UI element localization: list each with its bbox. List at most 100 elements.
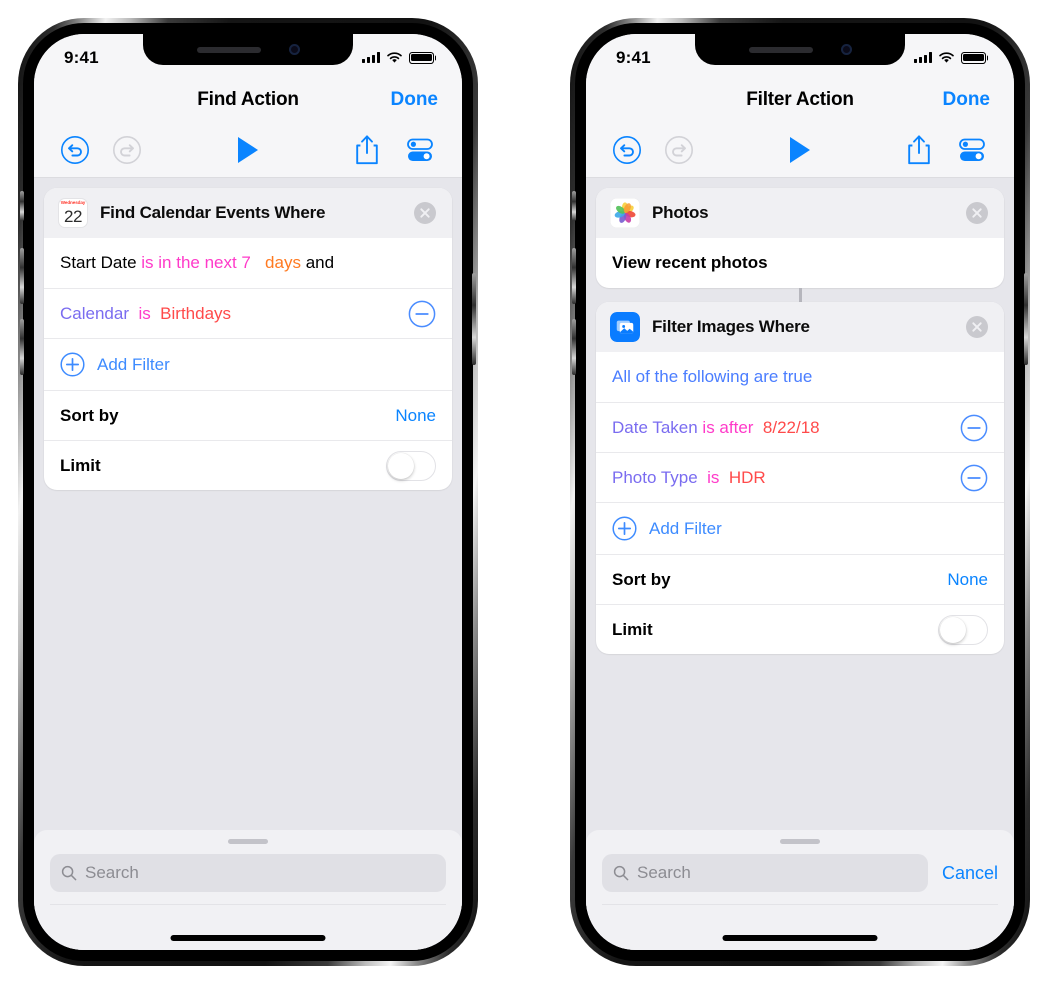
plus-circle-icon[interactable] — [612, 516, 637, 541]
home-indicator[interactable] — [170, 935, 326, 941]
card-title: Photos — [652, 203, 709, 222]
notch — [143, 34, 353, 65]
close-circle-icon[interactable] — [966, 316, 988, 338]
cancel-button[interactable]: Cancel — [942, 863, 998, 884]
silence-switch[interactable] — [572, 191, 576, 221]
notch — [695, 34, 905, 65]
silence-switch[interactable] — [20, 191, 24, 221]
filter-token: and — [305, 253, 335, 272]
limit-toggle[interactable] — [938, 614, 988, 645]
done-button[interactable]: Done — [943, 89, 991, 111]
search-icon — [613, 865, 629, 881]
power-button[interactable] — [1024, 273, 1028, 365]
close-circle-icon[interactable] — [414, 202, 436, 224]
filter-row[interactable]: Photo Type is HDR — [596, 452, 1004, 502]
phone-find-action: 9:41 Find Action Done Wednesday 22 Find … — [18, 18, 478, 966]
photos-app-icon — [610, 198, 640, 228]
undo-icon[interactable] — [60, 135, 90, 165]
photos-card-body-text: View recent photos — [612, 253, 768, 272]
sort-by-value[interactable]: None — [947, 570, 988, 590]
share-icon[interactable] — [906, 134, 932, 166]
condition-row[interactable]: All of the following are true — [596, 352, 1004, 402]
minus-circle-icon[interactable] — [960, 464, 988, 492]
plus-circle-icon[interactable] — [60, 352, 85, 377]
volume-up-button[interactable] — [572, 248, 576, 304]
filter-token[interactable]: is — [698, 468, 729, 488]
done-button[interactable]: Done — [391, 89, 439, 111]
photos-card-body[interactable]: View recent photos — [596, 238, 1004, 288]
redo-icon — [665, 135, 693, 164]
filter-token[interactable]: is after — [702, 418, 753, 438]
undo-icon[interactable] — [612, 135, 642, 165]
add-filter-label[interactable]: Add Filter — [649, 519, 722, 539]
filter-token[interactable]: Date Taken — [612, 418, 702, 438]
power-button[interactable] — [472, 273, 476, 365]
search-input[interactable]: Search — [50, 854, 446, 892]
sheet-grabber[interactable] — [780, 839, 820, 844]
search-sheet: Search — [34, 830, 462, 950]
filter-token[interactable]: days — [251, 253, 306, 273]
sort-by-row[interactable]: Sort by None — [596, 554, 1004, 604]
volume-down-button[interactable] — [572, 319, 576, 375]
search-placeholder: Search — [85, 863, 139, 882]
share-icon[interactable] — [354, 134, 380, 166]
home-indicator-area — [50, 904, 446, 950]
add-filter-label[interactable]: Add Filter — [97, 355, 170, 375]
card-header[interactable]: Wednesday 22 Find Calendar Events Where — [44, 188, 452, 238]
filter-token[interactable]: Birthdays — [160, 304, 231, 324]
front-camera-icon — [840, 44, 852, 55]
add-filter-row[interactable]: Add Filter — [44, 338, 452, 390]
card-connector — [798, 288, 802, 302]
calendar-app-icon: Wednesday 22 — [58, 198, 88, 228]
filter-token[interactable]: Calendar — [60, 304, 129, 324]
minus-circle-icon[interactable] — [408, 300, 436, 328]
toggles-icon[interactable] — [956, 135, 988, 165]
sort-by-label: Sort by — [60, 405, 119, 425]
status-clock: 9:41 — [616, 47, 651, 67]
filter-row[interactable]: Calendar is Birthdays — [44, 288, 452, 338]
toggles-icon[interactable] — [404, 135, 436, 165]
front-camera-icon — [288, 44, 300, 55]
limit-label: Limit — [60, 455, 101, 475]
search-input[interactable]: Search — [602, 854, 928, 892]
card-header[interactable]: Filter Images Where — [596, 302, 1004, 352]
sheet-grabber[interactable] — [228, 839, 268, 844]
limit-row[interactable]: Limit — [44, 440, 452, 490]
condition-text[interactable]: All of the following are true — [612, 367, 812, 387]
filter-row[interactable]: Date Taken is after 8/22/18 — [596, 402, 1004, 452]
filter-row[interactable]: Start Date is in the next 7 days and — [44, 238, 452, 288]
play-icon[interactable] — [235, 135, 261, 165]
volume-up-button[interactable] — [20, 248, 24, 304]
home-indicator[interactable] — [722, 935, 878, 941]
filter-token[interactable]: Photo Type — [612, 468, 698, 488]
calendar-day-label: 22 — [64, 207, 82, 226]
phone-screen: 9:41 Find Action Done Wednesday 22 Find … — [34, 34, 462, 950]
search-icon — [61, 865, 77, 881]
home-indicator-area — [602, 904, 998, 950]
close-circle-icon[interactable] — [966, 202, 988, 224]
play-icon[interactable] — [787, 135, 813, 165]
sort-by-value[interactable]: None — [395, 406, 436, 426]
card-title: Filter Images Where — [652, 317, 810, 336]
minus-circle-icon[interactable] — [960, 414, 988, 442]
find-calendar-events-card[interactable]: Wednesday 22 Find Calendar Events Where — [44, 188, 452, 490]
status-clock: 9:41 — [64, 47, 99, 67]
battery-icon — [961, 51, 986, 64]
filter-token[interactable]: HDR — [729, 468, 766, 488]
phone-bezel: 9:41 Filter Action Done Photos View rece… — [572, 23, 1028, 961]
search-placeholder: Search — [637, 863, 691, 882]
add-filter-row[interactable]: Add Filter — [596, 502, 1004, 554]
limit-row[interactable]: Limit — [596, 604, 1004, 654]
filter-token[interactable]: 8/22/18 — [753, 418, 820, 438]
limit-toggle[interactable] — [386, 450, 436, 481]
phone-screen: 9:41 Filter Action Done Photos View rece… — [586, 34, 1014, 950]
toggle-knob — [940, 616, 966, 643]
card-header[interactable]: Photos — [596, 188, 1004, 238]
volume-down-button[interactable] — [20, 319, 24, 375]
filter-images-card[interactable]: Filter Images Where All of the following… — [596, 302, 1004, 654]
filter-token[interactable]: is — [129, 304, 160, 324]
filter-token[interactable]: is in the next 7 — [141, 253, 251, 273]
filter-token[interactable]: Start Date — [60, 253, 141, 273]
sort-by-row[interactable]: Sort by None — [44, 390, 452, 440]
photos-action-card[interactable]: Photos View recent photos — [596, 188, 1004, 288]
